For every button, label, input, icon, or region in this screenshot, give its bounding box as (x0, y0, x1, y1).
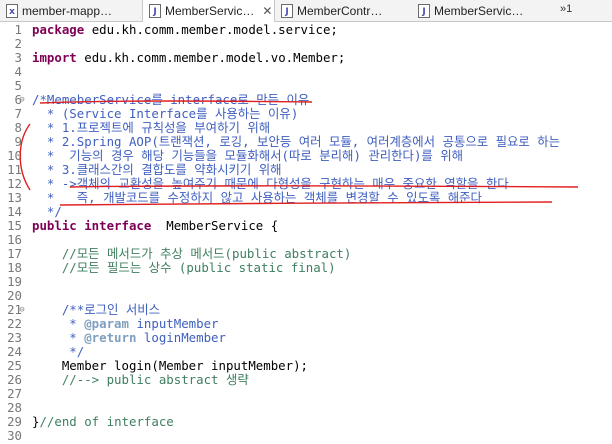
editor-tab-2[interactable]: J MemberServic… ✕ (142, 0, 275, 22)
code-token: /*MemeberService를 interface로 만든 이유 (32, 92, 310, 107)
line-number: 30 (7, 428, 22, 443)
code-token: @return (84, 330, 137, 345)
java-file-icon: J (281, 3, 293, 18)
editor-tab-3[interactable]: J MemberContr… (275, 0, 412, 21)
code-token: * 2.Spring AOP(트랜잭션, 로깅, 보안등 여러 모듈, 여러계층… (32, 134, 561, 149)
code-token: */ (32, 204, 62, 219)
tab-label: MemberServic… (165, 4, 255, 18)
code-line: 30 (0, 428, 612, 444)
java-file-icon: J (149, 4, 161, 18)
code-token: */ (32, 344, 85, 359)
code-token: //모든 메서드가 추상 메서드(public abstract) (32, 246, 352, 261)
code-token: * 기능의 경우 해당 기능들을 모듈화해서(따로 분리해) 관리한다)를 위해 (32, 148, 464, 163)
code-token: * ->객체의 교환성을 높여주기 때문에 다형성을 구현하는 매우 중요한 역… (32, 176, 509, 191)
code-token: package (32, 22, 85, 37)
code-token: MemberService { (158, 218, 279, 233)
editor-tab-4[interactable]: J MemberServic… (412, 0, 550, 21)
code-token: /**로그인 서비스 (32, 302, 161, 317)
code-token: * 3.클래스간의 결합도를 약화시키기 위해 (32, 162, 282, 177)
editor-tab-bar: x member-mapp… J MemberServic… ✕ J MemberContr… (0, 0, 612, 22)
code-token: inputMember (128, 316, 219, 331)
code-token: //--> public abstract 생략 (32, 372, 249, 387)
tab-label: member-mapp… (22, 3, 113, 18)
code-token: Member login(Member inputMember); (32, 358, 309, 373)
tab-overflow-indicator[interactable]: »1 (560, 3, 572, 15)
code-token: edu.kh.comm.member.model.vo.Member; (84, 50, 346, 65)
tab-label: MemberServic… (434, 3, 524, 18)
code-token: * (Service Interface를 사용하는 이유) (32, 106, 299, 121)
code-token: public interface (32, 218, 152, 233)
code-token: loginMember (136, 330, 226, 345)
code-token: edu.kh.comm.member.model.service; (91, 22, 338, 37)
code-token: //모든 필드는 상수 (public static final) (32, 260, 336, 275)
code-token: * (32, 330, 85, 345)
code-editor[interactable]: 1 package edu.kh.comm.member.model.servic… (0, 22, 612, 443)
editor-tab-1[interactable]: x member-mapp… (0, 0, 142, 21)
close-tab-icon[interactable]: ✕ (262, 4, 272, 18)
code-token: //end of interface (39, 414, 174, 429)
code-token: @param (84, 316, 129, 331)
code-token: * 즉, 개발코드를 수정하지 않고 사용하는 객체를 변경할 수 있도록 해준… (32, 190, 482, 205)
code-token: import (32, 50, 77, 65)
xml-file-icon: x (6, 3, 18, 18)
code-token: * (32, 316, 85, 331)
java-file-icon: J (418, 3, 430, 18)
tab-label: MemberContr… (297, 3, 383, 18)
code-token: * 1.프로젝트에 규칙성을 부여하기 위해 (32, 120, 271, 135)
